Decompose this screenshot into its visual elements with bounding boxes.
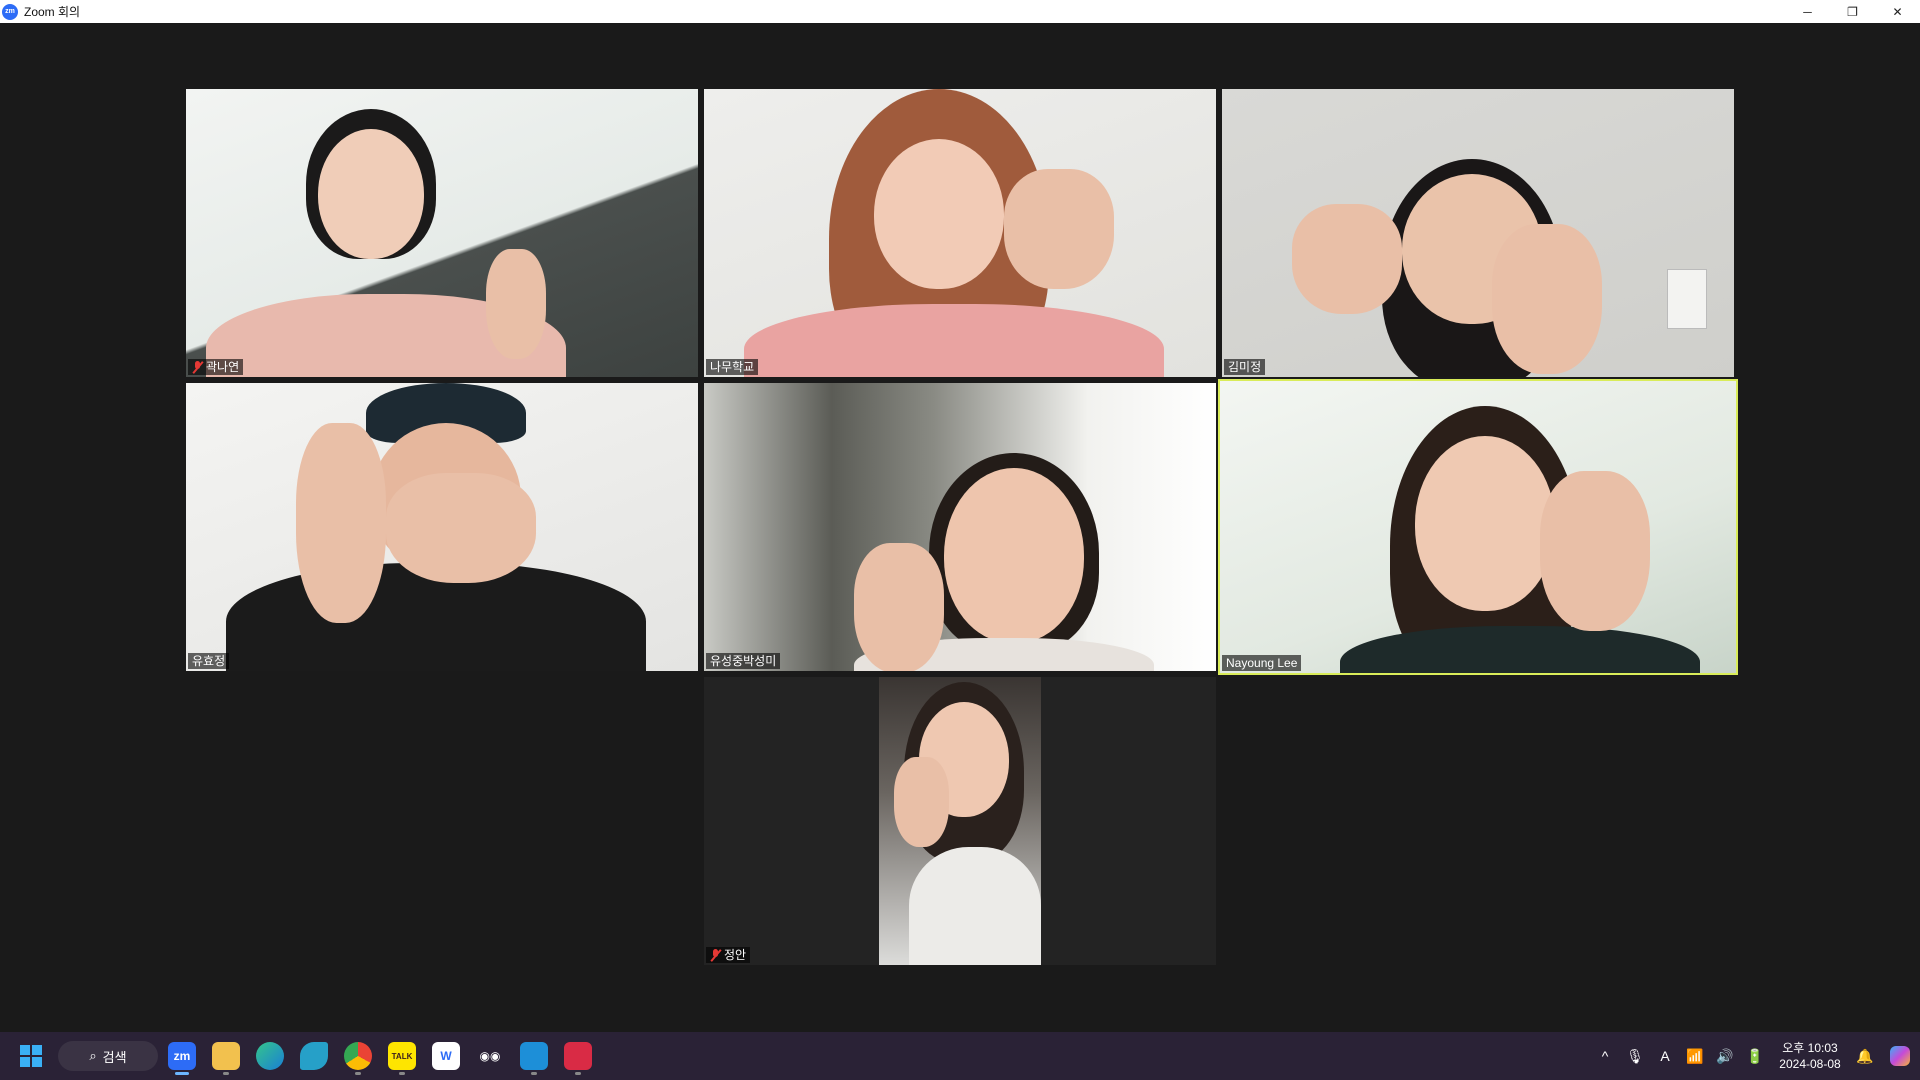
clock-date: 2024-08-08 xyxy=(1779,1057,1841,1071)
bird-app-icon[interactable] xyxy=(300,1042,328,1070)
kakaotalk-icon[interactable]: TALK xyxy=(388,1042,416,1075)
zoom-logo-icon: zm xyxy=(2,3,18,20)
participant-name: Nayoung Lee xyxy=(1226,656,1298,670)
participant-name-tag: 나무학교 xyxy=(706,359,759,375)
close-button[interactable]: ✕ xyxy=(1875,0,1920,23)
restore-button[interactable]: ❐ xyxy=(1830,0,1875,23)
participant-name-tag: 유성중박성미 xyxy=(706,653,781,669)
wifi-icon[interactable]: 📶 xyxy=(1680,1032,1710,1080)
video-feed xyxy=(186,383,698,671)
participant-name: 곽나연 xyxy=(206,360,240,374)
title-bar: zm Zoom 회의 ─ ❐ ✕ xyxy=(0,0,1920,23)
participant-name-tag: Nayoung Lee xyxy=(1222,655,1302,671)
clock[interactable]: 오후 10:03 2024-08-08 xyxy=(1770,1040,1850,1072)
video-tile[interactable]: 나무학교 xyxy=(704,89,1216,377)
participant-name-tag: 정안 xyxy=(706,947,751,963)
participant-name-tag: 유효정 xyxy=(188,653,230,669)
red-app-icon[interactable] xyxy=(564,1042,592,1075)
search-icon: ⌕ xyxy=(89,1048,97,1063)
video-feed xyxy=(186,89,698,377)
edge-browser-icon[interactable] xyxy=(256,1042,284,1070)
video-feed xyxy=(879,677,1041,965)
battery-icon[interactable]: 🔋 xyxy=(1740,1032,1770,1080)
video-tile[interactable]: 유성중박성미 xyxy=(704,383,1216,671)
show-hidden-icons-chevron-icon[interactable]: ^ xyxy=(1590,1032,1620,1080)
participant-name-tag: 곽나연 xyxy=(188,359,244,375)
copilot-icon[interactable] xyxy=(1880,1032,1920,1080)
gallery-view: 곽나연 나무학교 김미정 유효정 유성중박성미 Nayoung Lee 정안 xyxy=(0,23,1920,1032)
video-feed xyxy=(1220,381,1736,673)
start-windows-icon[interactable] xyxy=(20,1045,42,1067)
chrome-browser-icon[interactable] xyxy=(344,1042,372,1075)
blue-app-icon[interactable] xyxy=(520,1042,548,1075)
video-tile[interactable]: 정안 xyxy=(704,677,1216,965)
microphone-icon[interactable]: 🎙 xyxy=(1620,1032,1650,1080)
minimize-button[interactable]: ─ xyxy=(1785,0,1830,23)
taskbar: ⌕ 검색 zm TALK W ◉◉ ^ 🎙 A 📶 🔊 🔋 오후 10:03 2… xyxy=(0,1032,1920,1080)
video-tile[interactable]: 김미정 xyxy=(1222,89,1734,377)
participant-name-tag: 김미정 xyxy=(1224,359,1266,375)
volume-icon[interactable]: 🔊 xyxy=(1710,1032,1740,1080)
video-feed xyxy=(704,89,1216,377)
window-controls: ─ ❐ ✕ xyxy=(1785,0,1920,23)
video-feed xyxy=(1222,89,1734,377)
zoom-app-icon[interactable]: zm xyxy=(168,1042,196,1075)
participant-name: 유성중박성미 xyxy=(710,654,777,668)
participant-name: 나무학교 xyxy=(710,360,755,374)
muted-mic-icon xyxy=(710,948,722,962)
ime-language-icon[interactable]: A xyxy=(1650,1032,1680,1080)
file-explorer-icon[interactable] xyxy=(212,1042,240,1075)
video-tile[interactable]: Nayoung Lee xyxy=(1218,379,1738,675)
eyes-app-icon[interactable]: ◉◉ xyxy=(476,1042,504,1070)
notification-bell-icon[interactable]: 🔔 xyxy=(1850,1032,1880,1080)
word-app-icon[interactable]: W xyxy=(432,1042,460,1070)
participant-name: 김미정 xyxy=(1228,360,1262,374)
muted-mic-icon xyxy=(192,360,204,374)
system-tray: ^ 🎙 A 📶 🔊 🔋 오후 10:03 2024-08-08 🔔 xyxy=(1590,1032,1920,1080)
taskbar-search-button[interactable]: ⌕ 검색 xyxy=(58,1041,158,1071)
participant-name: 유효정 xyxy=(192,654,226,668)
clock-time: 오후 10:03 xyxy=(1782,1041,1838,1055)
participant-name: 정안 xyxy=(724,948,747,962)
video-tile[interactable]: 유효정 xyxy=(186,383,698,671)
search-label: 검색 xyxy=(102,1049,127,1065)
video-feed xyxy=(704,383,1216,671)
video-tile[interactable]: 곽나연 xyxy=(186,89,698,377)
window-title: Zoom 회의 xyxy=(24,5,81,19)
